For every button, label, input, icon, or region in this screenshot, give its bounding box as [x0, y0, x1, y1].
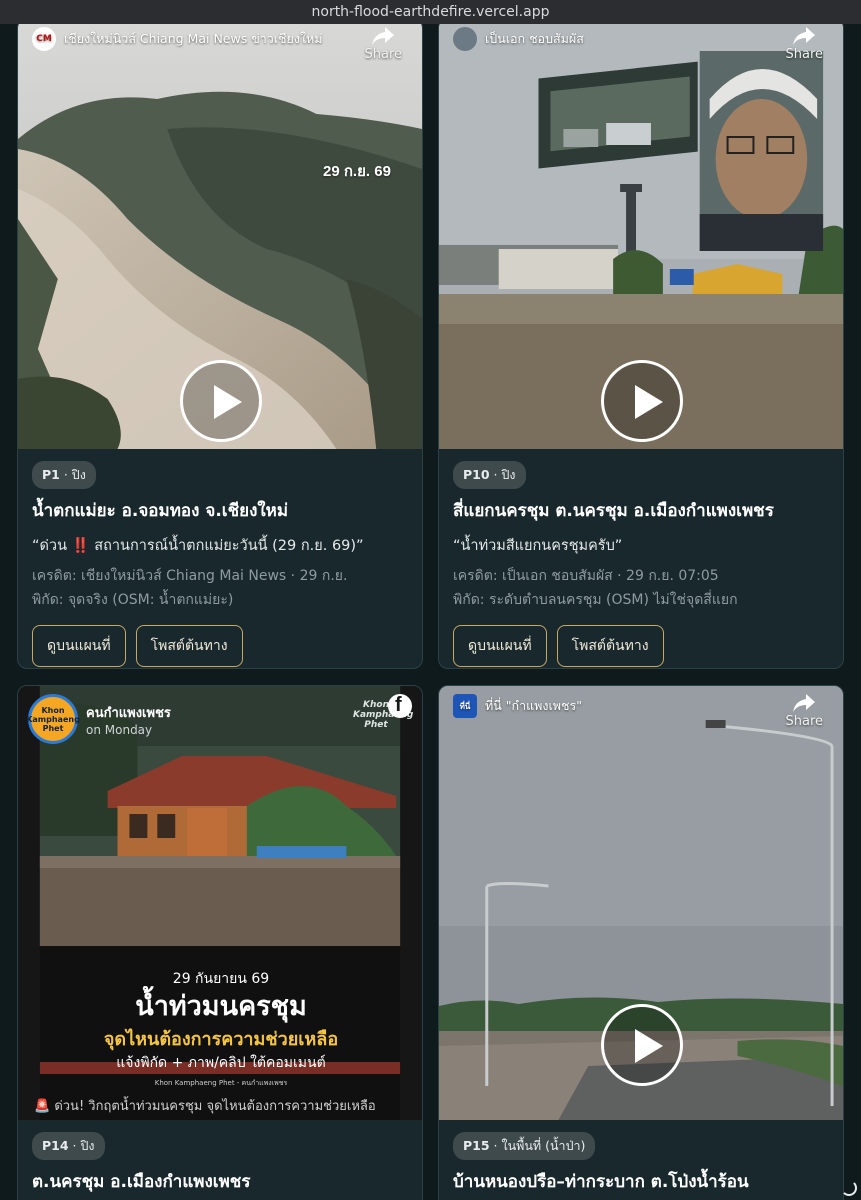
- share-icon: [372, 27, 395, 45]
- poster-subheadline: จุดไหนต้องการความช่วยเหลือ: [103, 1029, 339, 1050]
- badge-separator: ·: [68, 1138, 81, 1153]
- card-body: P10 · ปิง สี่แยกนครชุม ต.นครชุม อ.เมืองก…: [439, 449, 843, 667]
- badge-area: ปิง: [80, 1138, 95, 1153]
- card-quote: “ด่วน ‼️ สถานการณ์น้ำตกแม่ยะวันนี้ (29 ก…: [32, 535, 408, 557]
- card-quote: “น้ำท่วมสีแยกนครชุมครับ”: [453, 538, 623, 554]
- card-body: P14 · ปิง ต.นครชุม อ.เมืองกำแพงเพชร: [18, 1120, 422, 1194]
- poster-cta: แจ้งพิกัด + ภาพ/คลิป ใต้คอมเมนต์: [116, 1055, 326, 1071]
- embed-author-name: ที่นี่ "กำแพงเพชร": [485, 698, 582, 713]
- badge-area: ปิง: [71, 467, 86, 482]
- view-on-map-button[interactable]: ดูบนแผนที่: [453, 625, 547, 667]
- region-badge: P15 · ในพื้นที่ (น้ำป่า): [453, 1132, 596, 1160]
- badge-separator: ·: [489, 1138, 502, 1153]
- card-body: P15 · ในพื้นที่ (น้ำป่า) บ้านหนองปรือ–ท่…: [439, 1120, 843, 1194]
- page-avatar: CM: [32, 27, 56, 51]
- share-label: Share: [364, 47, 402, 62]
- page-avatar: ที่นี่: [453, 694, 477, 718]
- video-embed[interactable]: CM เชียงใหม่นิวส์ Chiang Mai News ข่าวเช…: [18, 24, 422, 449]
- incident-card-p1: CM เชียงใหม่นิวส์ Chiang Mai News ข่าวเช…: [17, 24, 423, 669]
- card-coordinates: พิกัด: ระดับตำบลนครชุม (OSM) ไม่ใช่จุดสี…: [453, 592, 738, 608]
- card-title: ต.นครชุม อ.เมืองกำแพงเพชร: [32, 1172, 251, 1192]
- badge-separator: ·: [489, 467, 502, 482]
- source-post-button[interactable]: โพสต์ต้นทาง: [556, 625, 664, 667]
- play-icon[interactable]: [180, 360, 262, 442]
- post-time: on Monday: [86, 722, 153, 737]
- card-title: บ้านหนองปรือ–ท่ากระบาก ต.โป่งน้ำร้อน: [453, 1172, 749, 1192]
- video-embed[interactable]: เป็นเอก ชอบสัมผัส Share: [439, 24, 843, 449]
- embed-header: เป็นเอก ชอบสัมผัส: [453, 27, 584, 51]
- facebook-embed[interactable]: Khon Kamphaeng Phet คนกำแพงเพชร on Monda…: [18, 686, 422, 1120]
- region-badge: P14 · ปิง: [32, 1132, 105, 1160]
- card-title: สี่แยกนครชุม ต.นครชุม อ.เมืองกำแพงเพชร: [453, 501, 774, 521]
- card-body: P1 · ปิง น้ำตกแม่ยะ อ.จอมทอง จ.เชียงใหม่…: [18, 449, 422, 667]
- region-badge: P10 · ปิง: [453, 461, 526, 489]
- share-icon: [793, 27, 816, 45]
- url-text: north-flood-earthdefire.vercel.app: [311, 4, 550, 20]
- quote-text: สถานการณ์น้ำตกแม่ยะวันนี้ (29 ก.ย. 69)”: [89, 538, 364, 554]
- badge-area: ในพื้นที่ (น้ำป่า): [501, 1138, 586, 1153]
- badge-code: P15: [463, 1138, 490, 1153]
- facebook-post-header: Khon Kamphaeng Phet คนกำแพงเพชร on Monda…: [26, 694, 171, 744]
- share-icon: [793, 694, 816, 712]
- share-label: Share: [785, 47, 823, 62]
- card-credit: เครดิต: เป็นเอก ชอบสัมผัส · 29 ก.ย. 07:0…: [453, 568, 719, 584]
- badge-code: P14: [42, 1138, 69, 1153]
- badge-area: ปิง: [501, 467, 516, 482]
- card-coordinates: พิกัด: จุดจริง (OSM: น้ำตกแม่ยะ): [32, 592, 234, 608]
- profile-avatar: [453, 27, 477, 51]
- embed-header: CM เชียงใหม่นิวส์ Chiang Mai News ข่าวเช…: [32, 27, 323, 51]
- share-button[interactable]: Share: [364, 25, 402, 62]
- overlay-date: 29 ก.ย. 69: [323, 163, 391, 180]
- embed-author-name: เป็นเอก ชอบสัมผัส: [485, 31, 584, 46]
- view-on-map-button[interactable]: ดูบนแผนที่: [32, 625, 126, 667]
- browser-url-bar[interactable]: north-flood-earthdefire.vercel.app: [0, 0, 861, 24]
- source-post-button[interactable]: โพสต์ต้นทาง: [135, 625, 243, 667]
- incident-card-p14: Khon Kamphaeng Phet คนกำแพงเพชร on Monda…: [17, 685, 423, 1200]
- video-embed[interactable]: ที่นี่ ที่นี่ "กำแพงเพชร" Share: [439, 686, 843, 1120]
- loading-spinner-icon: [841, 1180, 857, 1196]
- facebook-icon[interactable]: [388, 694, 412, 718]
- play-icon[interactable]: [601, 1004, 683, 1086]
- incident-card-p10: เป็นเอก ชอบสัมผัส Share P10 · ปิง สี่แยก…: [438, 24, 844, 669]
- card-title: น้ำตกแม่ยะ อ.จอมทอง จ.เชียงใหม่: [32, 501, 289, 521]
- share-button[interactable]: Share: [785, 25, 823, 62]
- region-badge: P1 · ปิง: [32, 461, 96, 489]
- share-label: Share: [785, 714, 823, 729]
- post-caption: 🚨 ด่วน! วิกฤตน้ำท่วมนครชุม จุดไหนต้องการ…: [34, 1099, 376, 1114]
- poster-footer: Khon Kamphaeng Phet - คนกำแพงเพชร: [154, 1079, 288, 1087]
- content-grid: CM เชียงใหม่นิวส์ Chiang Mai News ข่าวเช…: [0, 24, 861, 1200]
- embed-author-name: เชียงใหม่นิวส์ Chiang Mai News ข่าวเชียง…: [64, 31, 323, 46]
- alert-icon: ‼️: [71, 538, 90, 554]
- incident-card-p15: ที่นี่ ที่นี่ "กำแพงเพชร" Share P15 · ใน…: [438, 685, 844, 1200]
- play-icon[interactable]: [601, 360, 683, 442]
- badge-separator: ·: [59, 467, 72, 482]
- page-name: คนกำแพงเพชร: [86, 705, 171, 721]
- badge-code: P10: [463, 467, 490, 482]
- poster-headline: น้ำท่วมนครชุม: [135, 991, 307, 1022]
- badge-code: P1: [42, 467, 60, 482]
- quote-open: “ด่วน: [32, 538, 72, 554]
- share-button[interactable]: Share: [785, 692, 823, 729]
- embed-header: ที่นี่ ที่นี่ "กำแพงเพชร": [453, 694, 582, 718]
- page-logo: Khon Kamphaeng Phet: [26, 694, 80, 744]
- card-credit: เครดิต: เชียงใหม่นิวส์ Chiang Mai News ·…: [32, 568, 348, 584]
